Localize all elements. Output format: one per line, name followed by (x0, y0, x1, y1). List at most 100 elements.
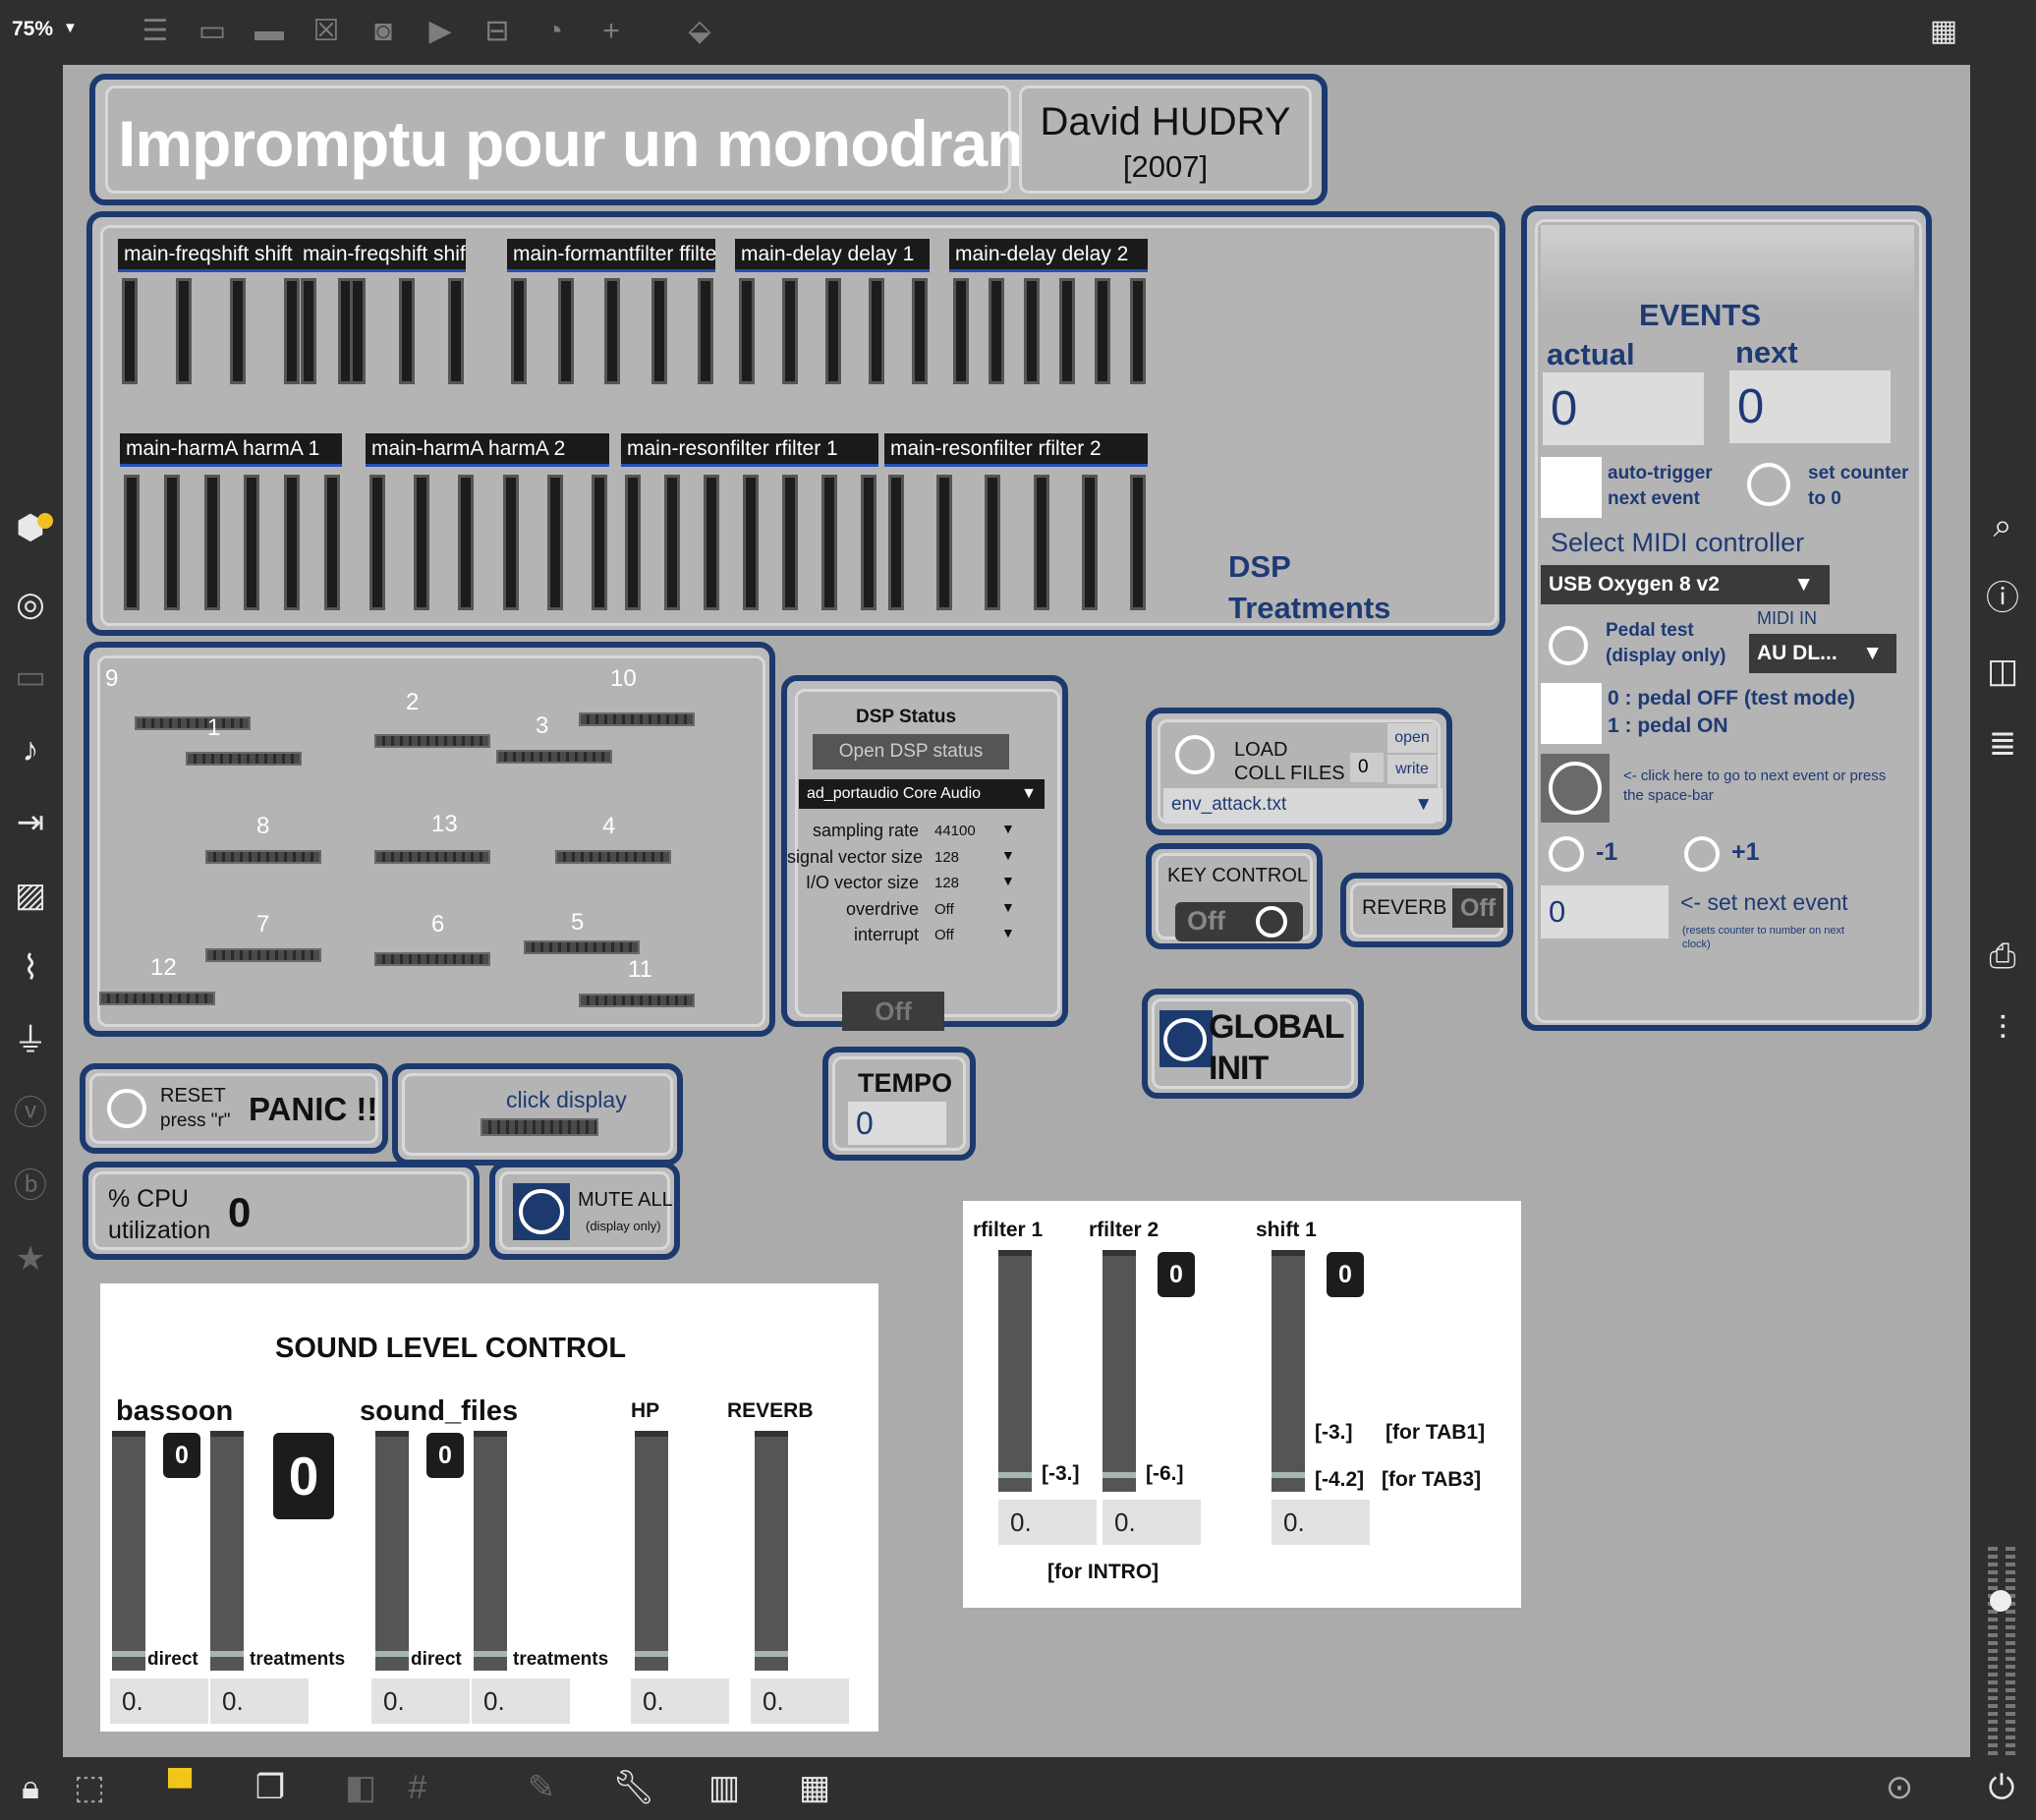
actual-event-number[interactable]: 0 (1543, 372, 1704, 445)
grid-icon[interactable]: # (393, 1763, 442, 1812)
treatment-slider[interactable] (592, 475, 607, 610)
pedal-number-box[interactable] (1541, 683, 1602, 744)
coll-count-number[interactable]: 0 (1350, 753, 1384, 782)
treatment-slider[interactable] (1130, 278, 1146, 384)
audio-driver-menu[interactable]: ad_portaudio Core Audio ▼ (799, 779, 1045, 809)
pedal-test-toggle[interactable] (1549, 626, 1588, 665)
midi-controller-menu[interactable]: USB Oxygen 8 v2 ▼ (1541, 565, 1830, 604)
treatment-slider[interactable] (888, 475, 904, 610)
treatment-slider[interactable] (414, 475, 429, 610)
treatment-slider[interactable] (511, 278, 527, 384)
slider-object-icon[interactable]: ⊟ (478, 12, 517, 51)
files-treatments-number[interactable]: 0. (472, 1678, 570, 1724)
comment-icon[interactable]: ▬ (250, 12, 289, 51)
columns-icon[interactable]: ◫ (1978, 647, 2027, 696)
bassoon-treatments-number[interactable]: 0. (210, 1678, 309, 1724)
shift1-fader[interactable] (1272, 1250, 1305, 1492)
chevron-down-icon[interactable]: ▼ (1001, 925, 1015, 940)
open-button[interactable]: open (1387, 723, 1437, 753)
treatment-slider[interactable] (782, 475, 798, 610)
keypad-icon[interactable]: ▦ (790, 1763, 839, 1812)
treatment-slider[interactable] (604, 278, 620, 384)
keyboard-icon[interactable]: ▭ (6, 653, 55, 702)
paint-bucket-icon[interactable]: ⬙ (680, 12, 719, 51)
treatment-slider[interactable] (869, 278, 884, 384)
treatment-header[interactable]: main-resonfilter rfilter 1 (621, 433, 878, 467)
treatment-slider[interactable] (985, 475, 1000, 610)
image-icon[interactable]: ▨ (6, 871, 55, 920)
music-note-icon[interactable]: ♪ (6, 725, 55, 774)
sequence-icon[interactable]: ⇥ (6, 798, 55, 847)
tempo-number[interactable]: 0 (848, 1102, 946, 1145)
star-icon[interactable]: ★ (6, 1234, 55, 1283)
dsp-setting-value[interactable]: Off (934, 927, 954, 943)
set-counter-toggle[interactable] (1747, 463, 1790, 506)
treatment-slider[interactable] (989, 278, 1004, 384)
wrench-icon[interactable]: 🔧︎ (609, 1763, 658, 1812)
target-icon[interactable]: ◎ (6, 580, 55, 629)
hp-fader[interactable] (635, 1431, 668, 1671)
reverb-toggle-button[interactable]: Off (1452, 888, 1503, 928)
treatment-slider[interactable] (399, 278, 415, 384)
set-next-event-number[interactable]: 0 (1541, 885, 1668, 938)
rfilter1-number[interactable]: 0. (998, 1500, 1097, 1545)
next-event-button[interactable] (1549, 762, 1602, 815)
mute-all-toggle[interactable] (519, 1189, 564, 1234)
power-icon[interactable]: ⏻ (1977, 1763, 2026, 1812)
coll-file-menu[interactable]: env_attack.txt ▼ (1163, 788, 1442, 822)
next-event-number[interactable]: 0 (1729, 370, 1891, 443)
treatment-slider[interactable] (547, 475, 563, 610)
treatment-slider[interactable] (124, 475, 140, 610)
shift1-number[interactable]: 0. (1272, 1500, 1370, 1545)
b-icon[interactable]: ⓑ (6, 1162, 55, 1211)
treatment-slider[interactable] (651, 278, 667, 384)
treatment-slider[interactable] (625, 475, 641, 610)
treatment-header[interactable]: main-delay delay 2 (949, 239, 1148, 272)
treatment-slider[interactable] (458, 475, 474, 610)
treatment-header[interactable]: main-harmA harmA 2 (366, 433, 609, 467)
treatment-slider[interactable] (821, 475, 837, 610)
treatment-slider[interactable] (204, 475, 220, 610)
rfilter2-fader[interactable] (1103, 1250, 1136, 1492)
treatment-slider[interactable] (1082, 475, 1098, 610)
treatment-slider[interactable] (324, 475, 340, 610)
treatment-slider[interactable] (369, 475, 385, 610)
treatment-slider[interactable] (122, 278, 138, 384)
treatment-slider[interactable] (176, 278, 192, 384)
treatment-slider[interactable] (912, 278, 928, 384)
treatment-header[interactable]: main-delay delay 1 (735, 239, 930, 272)
midi-in-menu[interactable]: AU DL... ▼ (1749, 634, 1896, 673)
treatment-header[interactable]: main-freqshift shift 2 (297, 239, 466, 272)
search-icon[interactable]: ⌕ (1978, 501, 2027, 550)
presentation-mode-icon[interactable]: ▀ (155, 1763, 204, 1812)
treatment-slider[interactable] (350, 278, 366, 384)
lock-icon[interactable]: 🔒︎ (6, 1763, 55, 1812)
rfilter1-fader[interactable] (998, 1250, 1032, 1492)
plug-icon[interactable]: ⏚ (6, 1016, 55, 1065)
dsp-setting-value[interactable]: Off (934, 901, 954, 918)
treatment-slider[interactable] (1059, 278, 1075, 384)
treatment-slider[interactable] (230, 278, 246, 384)
bassoon-direct-fader[interactable] (112, 1431, 145, 1671)
play-object-icon[interactable]: ▶ (421, 12, 460, 51)
mixer-icon[interactable]: ⫶ (1978, 1004, 2027, 1053)
bassoon-direct-number[interactable]: 0. (110, 1678, 208, 1724)
treatment-slider[interactable] (1034, 475, 1049, 610)
v-icon[interactable]: ⓥ (6, 1089, 55, 1138)
patch-cord-icon[interactable]: ✎ (517, 1763, 566, 1812)
zoom-level[interactable]: 75% (12, 18, 53, 41)
button-object-icon[interactable]: ☒ (307, 12, 346, 51)
files-direct-number[interactable]: 0. (371, 1678, 470, 1724)
global-init-toggle[interactable] (1163, 1018, 1207, 1061)
dsp-setting-value[interactable]: 128 (934, 875, 959, 891)
treatment-slider[interactable] (953, 278, 969, 384)
piano-icon[interactable]: ▥ (700, 1763, 749, 1812)
treatment-slider[interactable] (244, 475, 259, 610)
write-button[interactable]: write (1387, 755, 1437, 784)
minus-one-toggle[interactable] (1549, 836, 1584, 872)
chevron-down-icon[interactable]: ▼ (1001, 847, 1015, 863)
info-icon[interactable]: ⓘ (1978, 574, 2027, 623)
plus-one-toggle[interactable] (1684, 836, 1720, 872)
paperclip-icon[interactable]: ⌇ (6, 943, 55, 993)
treatment-slider[interactable] (739, 278, 755, 384)
